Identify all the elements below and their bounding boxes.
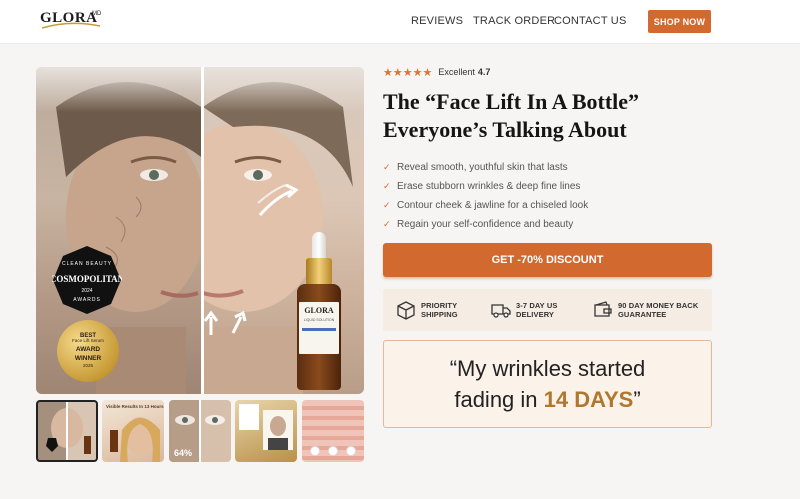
rating-stars-icon: ★★★★★ <box>383 66 433 79</box>
benefit-item: ✓ Regain your self-confidence and beauty <box>383 219 574 230</box>
rating-score: 4.7 <box>477 67 491 77</box>
rating-label: Excellent <box>438 67 475 77</box>
feature-priority-shipping: PRIORITY SHIPPING <box>396 289 458 331</box>
thumbnail-5[interactable] <box>302 400 364 462</box>
benefits-list: ✓ Reveal smooth, youthful skin that lasts… <box>383 158 588 234</box>
thumbnail-4[interactable] <box>235 400 297 462</box>
bottle-brand: GLORA <box>304 306 334 315</box>
thumbnail-percent: 64% <box>174 448 193 458</box>
feature-delivery: 3-7 DAY US DELIVERY <box>491 289 557 331</box>
lift-arrow-icon <box>257 183 299 216</box>
benefit-item: ✓ Reveal smooth, youthful skin that lasts <box>383 162 568 173</box>
check-icon: ✓ <box>383 200 391 210</box>
check-icon: ✓ <box>383 162 391 172</box>
site-header: GLORA MD REVIEWS TRACK ORDER CONTACT US … <box>0 0 800 44</box>
lift-arrow-lower-icon <box>203 310 247 335</box>
bottle-product: LIQUID SOLUTION <box>303 318 335 322</box>
testimonial-quote: “My wrinkles started fading in 14 DAYS” <box>383 340 712 428</box>
feature-money-back: 90 DAY MONEY BACK GUARANTEE <box>593 289 698 331</box>
feature-strip: PRIORITY SHIPPING 3-7 DAY US DELIVERY 90 D… <box>383 289 712 331</box>
svg-text:2024: 2024 <box>81 288 92 294</box>
bottle-label: GLORA LIQUID SOLUTION <box>299 302 339 354</box>
nav-contact-us[interactable]: CONTACT US <box>554 15 627 27</box>
svg-text:CLEAN BEAUTY: CLEAN BEAUTY <box>62 261 112 267</box>
brand-logo[interactable]: GLORA MD <box>40 9 110 35</box>
thumbnail-1[interactable] <box>36 400 98 462</box>
truck-icon <box>491 304 511 318</box>
benefit-item: ✓ Contour cheek & jawline for a chiseled … <box>383 200 589 211</box>
box-icon <box>397 301 415 320</box>
get-discount-button[interactable]: GET -70% DISCOUNT <box>383 243 712 277</box>
benefit-item: ✓ Erase stubborn wrinkles & deep fine lin… <box>383 181 581 192</box>
before-after-divider <box>201 67 204 394</box>
wallet-icon <box>594 301 612 317</box>
thumbnail-gallery: Visible Results In 13 Hours 64% <box>36 400 364 462</box>
check-icon: ✓ <box>383 219 391 229</box>
thumbnail-3[interactable]: 64% <box>169 400 231 462</box>
nav-reviews[interactable]: REVIEWS <box>411 15 463 27</box>
cosmopolitan-award-badge: CLEAN BEAUTY COSMOPOLITAN 2024 AWARDS <box>52 246 122 314</box>
logo-swoosh-icon <box>41 22 101 29</box>
logo-superscript: MD <box>92 11 102 17</box>
thumbnail-2[interactable]: Visible Results In 13 Hours <box>102 400 164 462</box>
check-icon: ✓ <box>383 181 391 191</box>
serum-bottle-image: GLORA LIQUID SOLUTION <box>295 232 343 390</box>
rating-summary: ★★★★★ Excellent 4.7 <box>383 66 491 79</box>
nav-track-order[interactable]: TRACK ORDER <box>473 15 555 27</box>
svg-text:COSMOPOLITAN: COSMOPOLITAN <box>52 274 122 284</box>
best-award-winner-badge: BEST Face Lift Serum AWARD WINNER 2025 <box>57 320 119 382</box>
quote-highlight: 14 DAYS <box>543 387 634 412</box>
svg-text:AWARDS: AWARDS <box>73 297 101 303</box>
shop-now-button[interactable]: SHOP NOW <box>648 10 711 33</box>
product-headline: The “Face Lift In A Bottle” Everyone’s T… <box>383 89 640 142</box>
